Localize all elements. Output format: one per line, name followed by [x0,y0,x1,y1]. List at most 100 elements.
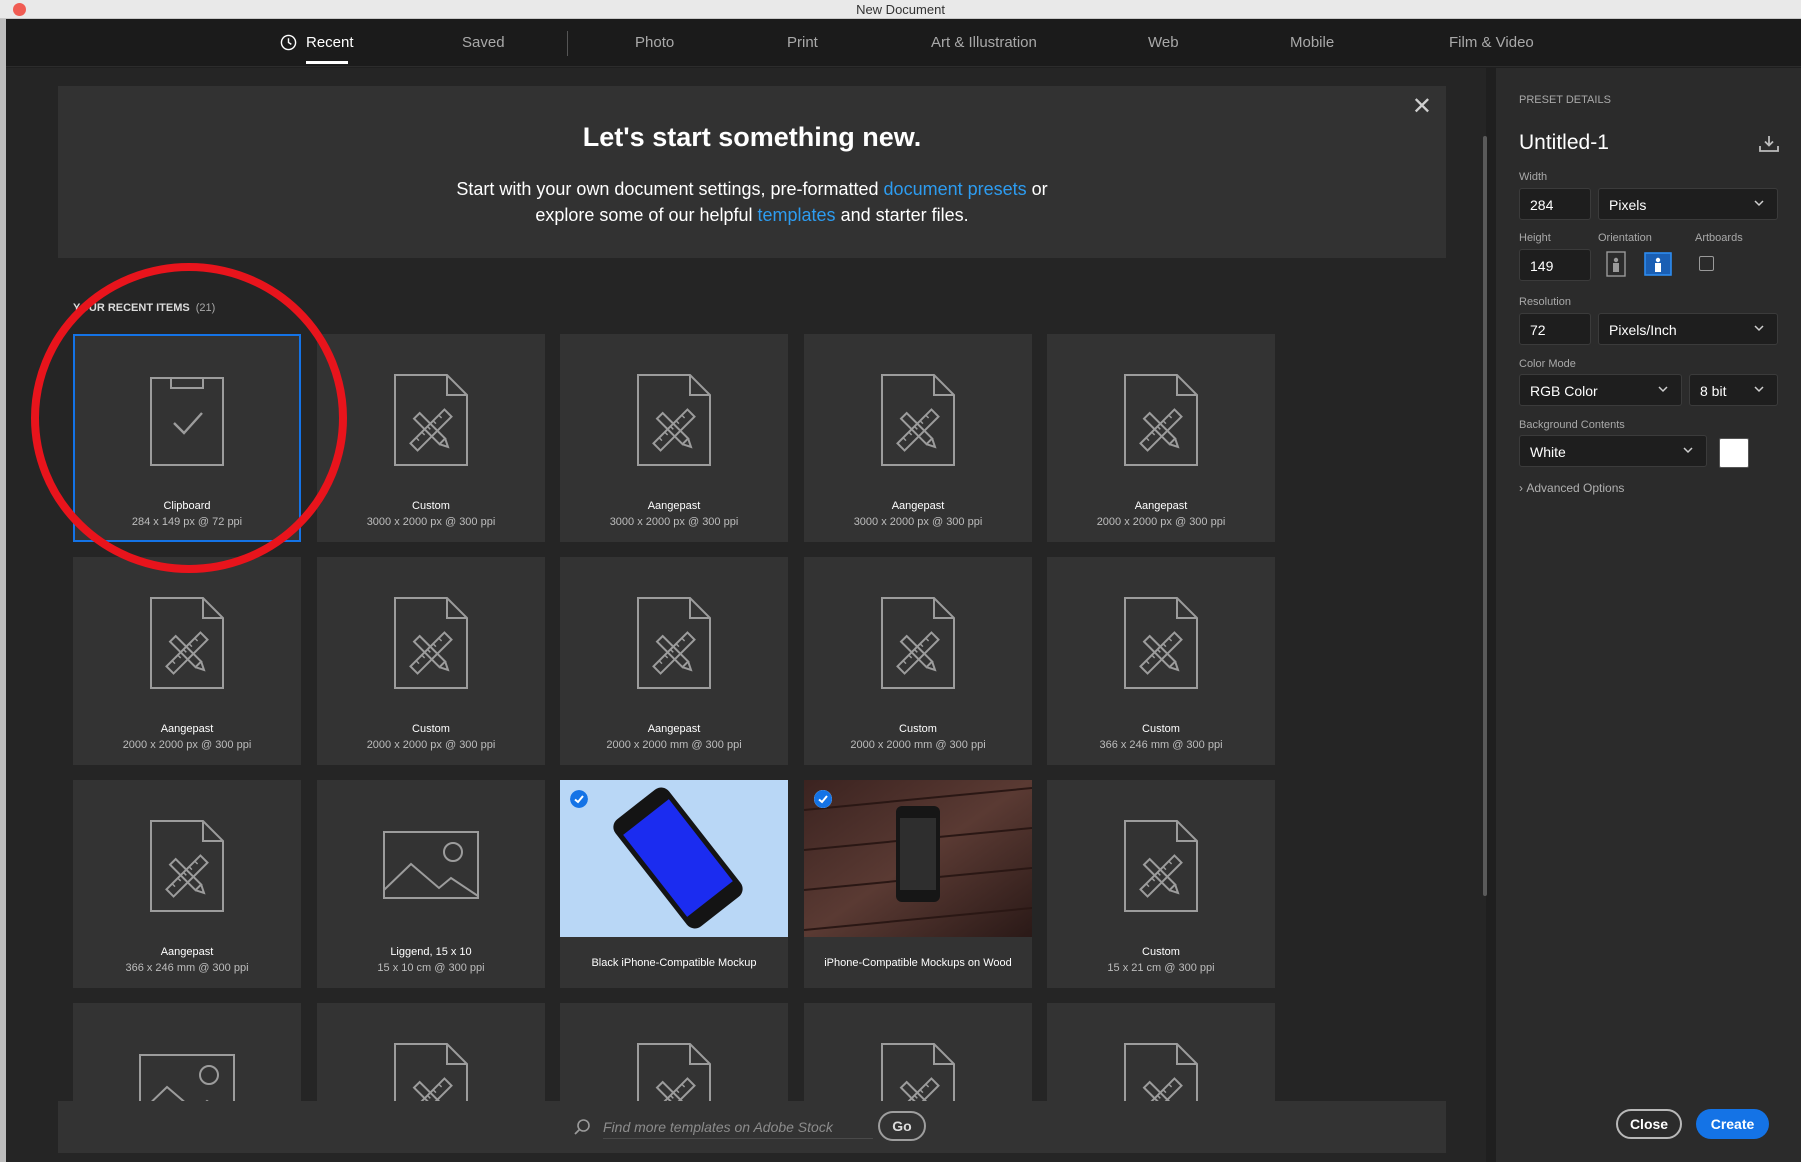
document-tools-icon [881,374,955,466]
tab-film-video[interactable]: Film & Video [1449,34,1534,51]
banner-line-1: Start with your own document settings, p… [58,179,1446,200]
recent-item-tile[interactable]: Custom 2000 x 2000 px @ 300 ppi [317,557,545,765]
go-button[interactable]: Go [878,1111,926,1141]
templates-link[interactable]: templates [758,205,836,225]
recent-item-name: Custom [899,723,937,735]
document-tools-icon [1124,374,1198,466]
recent-item-size: 2000 x 2000 px @ 300 ppi [1096,516,1226,528]
template-name: Black iPhone-Compatible Mockup [591,957,757,969]
recent-item-name: Aangepast [160,946,214,958]
width-unit-select[interactable]: Pixels [1598,188,1778,220]
document-tools-icon [881,597,955,689]
recent-item-size: 2000 x 2000 mm @ 300 ppi [850,739,986,751]
scrollbar-thumb[interactable] [1483,136,1487,896]
bit-depth-select[interactable]: 8 bit [1689,374,1778,406]
template-tile[interactable]: Black iPhone-Compatible Mockup [560,780,788,988]
resolution-unit-value: Pixels/Inch [1609,322,1677,338]
recent-item-tile[interactable] [73,1003,301,1110]
recent-item-tile[interactable]: Aangepast 366 x 246 mm @ 300 ppi [73,780,301,988]
preset-details-panel: PRESET DETAILS Untitled-1 Width 284 Pixe… [1496,68,1801,1162]
color-mode-label: Color Mode [1519,358,1576,370]
recent-item-size: 2000 x 2000 mm @ 300 ppi [606,739,742,751]
new-document-dialog: Recent Saved Photo Print Art & Illustrat… [6,19,1801,1162]
advanced-options-toggle[interactable]: › Advanced Options [1519,481,1624,495]
recent-item-tile[interactable] [1047,1003,1275,1110]
document-tools-icon [637,1043,711,1110]
template-name: iPhone-Compatible Mockups on Wood [824,957,1012,969]
recent-item-tile[interactable]: Custom 15 x 21 cm @ 300 ppi [1047,780,1275,988]
resolution-unit-select[interactable]: Pixels/Inch [1598,313,1778,345]
width-input[interactable]: 284 [1519,188,1591,220]
chevron-down-icon [1658,386,1668,393]
document-name[interactable]: Untitled-1 [1519,131,1609,155]
landscape-orientation-icon[interactable] [1644,251,1672,277]
recent-item-tile[interactable] [804,1003,1032,1110]
document-tools-icon [1124,1043,1198,1110]
document-tools-icon [394,1043,468,1110]
category-tabs: Recent Saved Photo Print Art & Illustrat… [6,19,1801,67]
recent-item-name: Aangepast [160,723,214,735]
document-tools-icon [150,820,224,912]
recent-item-tile[interactable] [560,1003,788,1110]
banner-headline: Let's start something new. [582,122,922,152]
image-icon [139,1054,235,1110]
recent-item-size: 3000 x 2000 px @ 300 ppi [609,516,739,528]
background-color-swatch[interactable] [1719,438,1749,468]
recent-item-tile[interactable]: Aangepast 2000 x 2000 px @ 300 ppi [1047,334,1275,542]
recent-item-tile[interactable]: Aangepast 2000 x 2000 px @ 300 ppi [73,557,301,765]
document-tools-icon [394,597,468,689]
recent-item-tile[interactable]: Custom 3000 x 2000 px @ 300 ppi [317,334,545,542]
create-button[interactable]: Create [1696,1109,1769,1139]
recent-item-size: 2000 x 2000 px @ 300 ppi [366,739,496,751]
banner-text: Start with your own document settings, p… [456,179,884,199]
color-mode-select[interactable]: RGB Color [1519,374,1682,406]
recent-item-name: Custom [1142,946,1180,958]
portrait-orientation-icon[interactable] [1604,251,1628,277]
background-contents-select[interactable]: White [1519,435,1707,467]
template-tile[interactable]: iPhone-Compatible Mockups on Wood [804,780,1032,988]
recent-item-tile[interactable]: Aangepast 3000 x 2000 px @ 300 ppi [560,334,788,542]
close-icon[interactable]: ✕ [1412,92,1432,121]
artboards-checkbox[interactable] [1699,256,1714,271]
main-content: ✕ Let's start something new. Start with … [6,68,1487,1162]
stock-search-input[interactable] [603,1115,873,1139]
document-presets-link[interactable]: document presets [884,179,1027,199]
orientation-label: Orientation [1598,232,1652,244]
artboards-label: Artboards [1695,232,1743,244]
chevron-down-icon [1683,447,1693,454]
recent-items-title: YOUR RECENT ITEMS [73,302,190,314]
document-tools-icon [637,597,711,689]
tab-art-illustration[interactable]: Art & Illustration [931,34,1037,51]
preset-details-label: PRESET DETAILS [1519,94,1611,106]
banner-text: explore some of our helpful [535,205,758,225]
banner-text: and starter files. [835,205,969,225]
recent-item-name: Custom [412,723,450,735]
recent-item-tile[interactable]: Custom 366 x 246 mm @ 300 ppi [1047,557,1275,765]
template-check-icon [814,790,832,808]
close-button[interactable]: Close [1616,1109,1682,1139]
recent-item-tile[interactable]: Aangepast 2000 x 2000 mm @ 300 ppi [560,557,788,765]
tab-photo[interactable]: Photo [635,34,674,51]
window-title: New Document [856,2,945,17]
tab-mobile[interactable]: Mobile [1290,34,1334,51]
height-input[interactable]: 149 [1519,249,1591,281]
save-preset-icon[interactable] [1758,134,1780,154]
recent-items-heading: YOUR RECENT ITEMS (21) [73,302,215,314]
advanced-options-label: Advanced Options [1526,481,1625,495]
tab-recent[interactable]: Recent [306,34,354,51]
recent-item-tile[interactable] [317,1003,545,1110]
resolution-input[interactable]: 72 [1519,313,1591,345]
tab-print[interactable]: Print [787,34,818,51]
tab-web[interactable]: Web [1148,34,1179,51]
recent-item-tile[interactable]: Custom 2000 x 2000 mm @ 300 ppi [804,557,1032,765]
tab-saved[interactable]: Saved [462,34,505,51]
recent-item-tile[interactable]: Aangepast 3000 x 2000 px @ 300 ppi [804,334,1032,542]
recent-item-tile[interactable]: Clipboard 284 x 149 px @ 72 ppi [73,334,301,542]
search-icon [574,1119,590,1135]
recent-items-grid: Clipboard 284 x 149 px @ 72 ppi Custom 300… [73,334,1293,1110]
document-tools-icon [1124,820,1198,912]
background-contents-label: Background Contents [1519,419,1625,431]
chevron-down-icon [1754,200,1764,207]
recent-item-name: Aangepast [1134,500,1188,512]
recent-item-tile[interactable]: Liggend, 15 x 10 15 x 10 cm @ 300 ppi [317,780,545,988]
